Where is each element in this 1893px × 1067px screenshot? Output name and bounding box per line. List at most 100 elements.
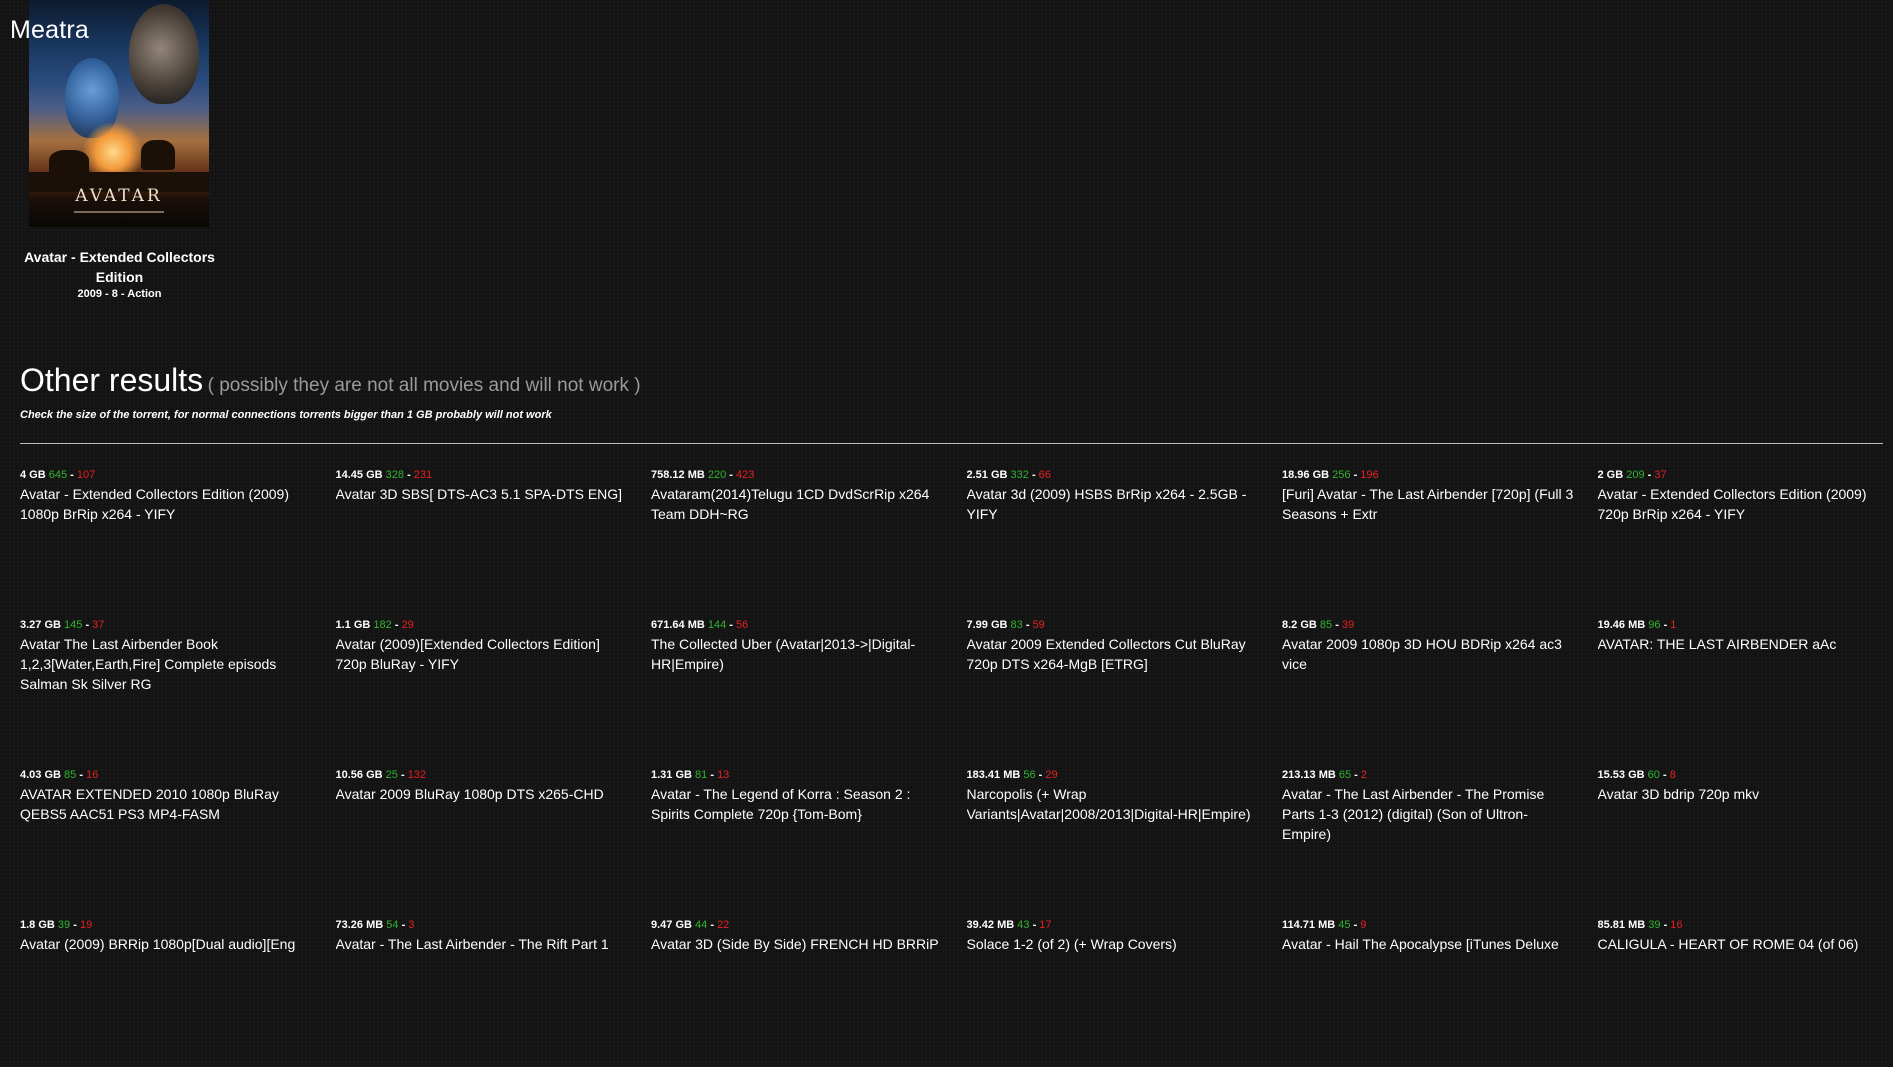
result-item[interactable]: 73.26 MB 54 - 3Avatar - The Last Airbend… (336, 917, 652, 1067)
result-item[interactable]: 1.8 GB 39 - 19Avatar (2009) BRRip 1080p[… (20, 917, 336, 1067)
result-seeders: 85 (64, 769, 76, 781)
result-meta: 3.27 GB 145 - 37 (20, 617, 312, 633)
result-size: 8.2 GB (1282, 619, 1317, 631)
result-item[interactable]: 758.12 MB 220 - 423Avataram(2014)Telugu … (651, 467, 967, 617)
result-size: 671.64 MB (651, 619, 705, 631)
result-size: 14.45 GB (336, 469, 383, 481)
result-title-link[interactable]: CALIGULA - HEART OF ROME 04 (of 06) (1598, 934, 1890, 954)
result-leechers: 29 (402, 619, 414, 631)
result-title-link[interactable]: Avatar 3D SBS[ DTS-AC3 5.1 SPA-DTS ENG] (336, 484, 628, 504)
result-seeders: 220 (708, 469, 726, 481)
result-item[interactable]: 4 GB 645 - 107Avatar - Extended Collecto… (20, 467, 336, 617)
result-separator: - (1645, 469, 1655, 481)
result-item[interactable]: 2 GB 209 - 37Avatar - Extended Collector… (1598, 467, 1893, 617)
result-item[interactable]: 2.51 GB 332 - 66Avatar 3d (2009) HSBS Br… (967, 467, 1283, 617)
result-leechers: 56 (736, 619, 748, 631)
result-size: 9.47 GB (651, 919, 692, 931)
result-leechers: 423 (736, 469, 754, 481)
result-item[interactable]: 10.56 GB 25 - 132Avatar 2009 BluRay 1080… (336, 767, 652, 917)
site-logo[interactable]: Meatra (10, 16, 89, 45)
featured-movie-card[interactable]: AVATAR Avatar - Extended Collectors Edit… (20, 0, 219, 300)
result-size: 73.26 MB (336, 919, 384, 931)
result-item[interactable]: 85.81 MB 39 - 16CALIGULA - HEART OF ROME… (1598, 917, 1893, 1067)
result-leechers: 132 (408, 769, 426, 781)
result-meta: 4 GB 645 - 107 (20, 467, 312, 483)
result-separator: - (1660, 769, 1670, 781)
result-title-link[interactable]: Avatar - Extended Collectors Edition (20… (1598, 484, 1890, 524)
result-leechers: 107 (77, 469, 95, 481)
result-item[interactable]: 183.41 MB 56 - 29Narcopolis (+ Wrap Vari… (967, 767, 1283, 917)
result-title-link[interactable]: Avatar 3d (2009) HSBS BrRip x264 - 2.5GB… (967, 484, 1259, 524)
result-meta: 15.53 GB 60 - 8 (1598, 767, 1890, 783)
result-leechers: 1 (1670, 619, 1676, 631)
poster-title-text: AVATAR (29, 186, 209, 206)
result-title-link[interactable]: Avatar 2009 BluRay 1080p DTS x265-CHD (336, 784, 628, 804)
result-title-link[interactable]: Avatar - The Last Airbender - The Rift P… (336, 934, 628, 954)
result-meta: 18.96 GB 256 - 196 (1282, 467, 1574, 483)
result-meta: 1.31 GB 81 - 13 (651, 767, 943, 783)
result-item[interactable]: 213.13 MB 65 - 2Avatar - The Last Airben… (1282, 767, 1598, 917)
featured-movie-title[interactable]: Avatar - Extended Collectors Edition (20, 247, 219, 287)
result-item[interactable]: 1.31 GB 81 - 13Avatar - The Legend of Ko… (651, 767, 967, 917)
result-title-link[interactable]: AVATAR: THE LAST AIRBENDER aAc (1598, 634, 1890, 654)
result-title-link[interactable]: Avatar (2009)[Extended Collectors Editio… (336, 634, 628, 674)
result-item[interactable]: 19.46 MB 96 - 1AVATAR: THE LAST AIRBENDE… (1598, 617, 1893, 767)
result-title-link[interactable]: Avatar - Extended Collectors Edition (20… (20, 484, 312, 524)
result-title-link[interactable]: Avatar The Last Airbender Book 1,2,3[Wat… (20, 634, 312, 694)
result-title-link[interactable]: Avatar - The Last Airbender - The Promis… (1282, 784, 1574, 844)
result-title-link[interactable]: Avatar 2009 Extended Collectors Cut BluR… (967, 634, 1259, 674)
result-item[interactable]: 7.99 GB 83 - 59Avatar 2009 Extended Coll… (967, 617, 1283, 767)
result-leechers: 231 (414, 469, 432, 481)
result-item[interactable]: 4.03 GB 85 - 16AVATAR EXTENDED 2010 1080… (20, 767, 336, 917)
result-separator: - (1351, 769, 1361, 781)
result-size: 19.46 MB (1598, 619, 1646, 631)
result-leechers: 37 (92, 619, 104, 631)
result-size: 2 GB (1598, 469, 1624, 481)
result-title-link[interactable]: Avatar 3D (Side By Side) FRENCH HD BRRiP (651, 934, 943, 954)
result-title-link[interactable]: Solace 1-2 (of 2) (+ Wrap Covers) (967, 934, 1259, 954)
result-item[interactable]: 18.96 GB 256 - 196[Furi] Avatar - The La… (1282, 467, 1598, 617)
result-title-link[interactable]: Avataram(2014)Telugu 1CD DvdScrRip x264 … (651, 484, 943, 524)
result-title-link[interactable]: Avatar 3D bdrip 720p mkv (1598, 784, 1890, 804)
result-title-link[interactable]: The Collected Uber (Avatar|2013->|Digita… (651, 634, 943, 674)
result-title-link[interactable]: Avatar - The Legend of Korra : Season 2 … (651, 784, 943, 824)
result-leechers: 9 (1360, 919, 1366, 931)
result-item[interactable]: 39.42 MB 43 - 17Solace 1-2 (of 2) (+ Wra… (967, 917, 1283, 1067)
results-grid: 4 GB 645 - 107Avatar - Extended Collecto… (20, 467, 1893, 1067)
result-item[interactable]: 14.45 GB 328 - 231Avatar 3D SBS[ DTS-AC3… (336, 467, 652, 617)
result-size: 18.96 GB (1282, 469, 1329, 481)
result-title-link[interactable]: Avatar (2009) BRRip 1080p[Dual audio][En… (20, 934, 312, 954)
result-title-link[interactable]: Avatar 2009 1080p 3D HOU BDRip x264 ac3 … (1282, 634, 1574, 674)
result-separator: - (67, 469, 77, 481)
result-meta: 671.64 MB 144 - 56 (651, 617, 943, 633)
result-item[interactable]: 1.1 GB 182 - 29Avatar (2009)[Extended Co… (336, 617, 652, 767)
result-separator: - (1030, 919, 1040, 931)
result-separator: - (726, 619, 736, 631)
result-meta: 19.46 MB 96 - 1 (1598, 617, 1890, 633)
result-meta: 9.47 GB 44 - 22 (651, 917, 943, 933)
result-separator: - (1351, 469, 1361, 481)
featured-movie-meta: 2009 - 8 - Action (20, 288, 219, 300)
other-results-header: Other results ( possibly they are not al… (20, 362, 641, 399)
poster-floating-rock (141, 140, 175, 170)
result-seeders: 56 (1023, 769, 1035, 781)
result-meta: 73.26 MB 54 - 3 (336, 917, 628, 933)
result-title-link[interactable]: [Furi] Avatar - The Last Airbender [720p… (1282, 484, 1574, 524)
result-meta: 114.71 MB 45 - 9 (1282, 917, 1574, 933)
other-results-title: Other results (20, 362, 203, 398)
result-meta: 1.1 GB 182 - 29 (336, 617, 628, 633)
result-item[interactable]: 15.53 GB 60 - 8Avatar 3D bdrip 720p mkv (1598, 767, 1893, 917)
result-leechers: 196 (1360, 469, 1378, 481)
result-title-link[interactable]: Narcopolis (+ Wrap Variants|Avatar|2008/… (967, 784, 1259, 824)
result-meta: 4.03 GB 85 - 16 (20, 767, 312, 783)
result-item[interactable]: 9.47 GB 44 - 22Avatar 3D (Side By Side) … (651, 917, 967, 1067)
result-title-link[interactable]: AVATAR EXTENDED 2010 1080p BluRay QEBS5 … (20, 784, 312, 824)
result-item[interactable]: 114.71 MB 45 - 9Avatar - Hail The Apocal… (1282, 917, 1598, 1067)
result-seeders: 83 (1011, 619, 1023, 631)
result-separator: - (1661, 619, 1671, 631)
result-item[interactable]: 3.27 GB 145 - 37Avatar The Last Airbende… (20, 617, 336, 767)
result-title-link[interactable]: Avatar - Hail The Apocalypse [iTunes Del… (1282, 934, 1574, 954)
result-item[interactable]: 671.64 MB 144 - 56The Collected Uber (Av… (651, 617, 967, 767)
size-warning-text: Check the size of the torrent, for norma… (20, 409, 552, 421)
result-item[interactable]: 8.2 GB 85 - 39Avatar 2009 1080p 3D HOU B… (1282, 617, 1598, 767)
